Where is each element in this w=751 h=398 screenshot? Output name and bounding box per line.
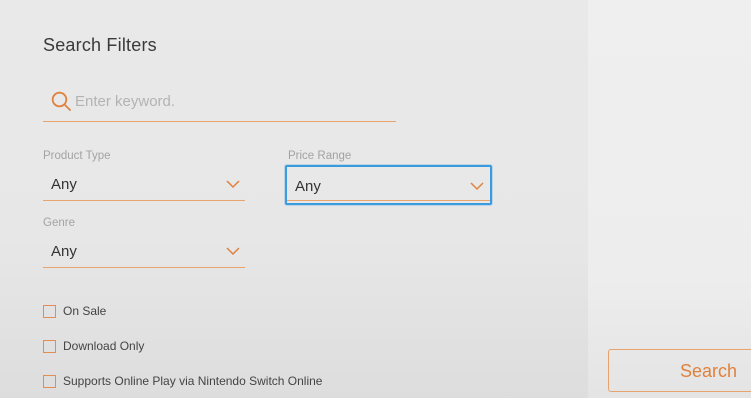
product-type-value: Any [51,176,77,193]
page-title: Search Filters [43,35,157,55]
price-range-value: Any [295,178,321,195]
search-filters-page: Search Filters Product Type Any Price Ra… [0,0,751,398]
right-panel [588,0,751,398]
search-icon [51,91,71,111]
search-input[interactable] [75,88,375,114]
checkbox-download-only[interactable]: Download Only [43,337,144,355]
checkbox-online-play[interactable]: Supports Online Play via Nintendo Switch… [43,372,322,390]
search-button[interactable]: Search [608,349,751,392]
checkbox-box[interactable] [43,374,56,388]
chevron-down-icon [470,182,484,191]
checkbox-label: Download Only [63,339,145,353]
genre-value: Any [51,243,77,260]
checkbox-box[interactable] [43,339,56,353]
chevron-down-icon [226,247,240,256]
genre-label: Genre [43,217,75,229]
checkbox-label: On Sale [63,304,107,318]
checkbox-on-sale[interactable]: On Sale [43,302,106,320]
price-range-label: Price Range [288,150,352,162]
product-type-label: Product Type [43,150,111,162]
genre-select[interactable]: Any [43,235,245,268]
checkbox-label: Supports Online Play via Nintendo Switch… [63,374,323,388]
checkbox-box[interactable] [43,304,56,318]
price-range-select[interactable]: Any [285,165,492,205]
search-field[interactable] [43,85,396,122]
search-button-label: Search [680,361,738,381]
product-type-select[interactable]: Any [43,168,245,201]
chevron-down-icon [226,180,240,189]
